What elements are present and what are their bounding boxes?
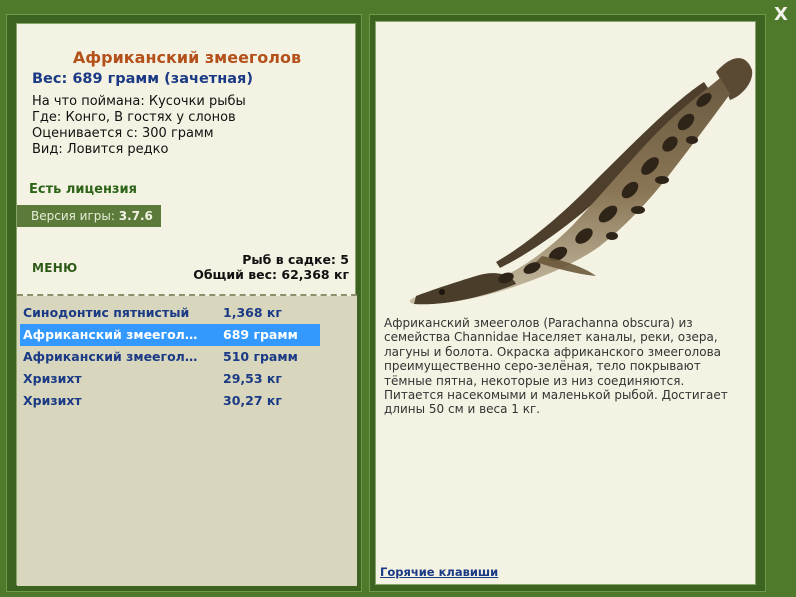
catch-weight: 510 грамм [223,349,298,364]
weight-label: Вес: [32,71,68,87]
cage-count: Рыб в садке: 5 [193,252,349,267]
close-button[interactable]: X [770,4,792,26]
cage-count-value: 5 [340,252,349,267]
info-valued-from: Оценивается с: 300 грамм [32,126,214,141]
fish-description: Африканский змееголов (Parachanna obscur… [384,316,728,417]
version-label: Версия игры: [31,209,115,223]
catch-list-item[interactable]: Хризихт 30,27 кг [20,390,320,412]
version-bar: Версия игры: 3.7.6 [17,205,161,227]
info-value: Ловится редко [66,142,169,157]
weight-category: (зачетная) [164,71,253,87]
info-value: 300 грамм [142,126,214,141]
catch-list-item[interactable]: Хризихт 29,53 кг [20,368,320,390]
hotkeys-link[interactable]: Горячие клавиши [380,565,498,579]
info-label: Вид: [32,142,63,157]
cage-count-label: Рыб в садке: [242,252,336,267]
fish-weight: Вес: 689 грамм (зачетная) [32,71,253,87]
menu-button[interactable]: МЕНЮ [32,261,77,275]
cage-total: Общий вес: 62,368 кг [193,267,349,282]
info-location: Где: Конго, В гостях у слонов [32,110,236,125]
info-label: На что поймана: [32,94,145,109]
catch-weight: 1,368 кг [223,305,282,320]
catch-name: Синодонтис пятнистый [23,305,190,320]
info-label: Оценивается с: [32,126,138,141]
fish-title: Африканский змееголов [72,48,302,67]
cage-stats: Рыб в садке: 5 Общий вес: 62,368 кг [193,252,349,282]
catch-name: Африканский змееголо... [23,327,201,342]
catch-list-item-selected[interactable]: Африканский змееголо... 689 грамм [20,324,320,346]
fish-detail-panel: Африканский змееголов (Parachanna obscur… [375,21,756,585]
fish-info-panel: Африканский змееголов Вес: 689 грамм (за… [16,23,357,586]
license-status: Есть лицензия [29,182,137,197]
version-value: 3.7.6 [118,209,153,223]
catch-weight: 689 грамм [223,327,298,342]
info-rarity: Вид: Ловится редко [32,142,168,157]
fish-image [409,58,753,305]
info-label: Где: [32,110,62,125]
catch-list-item[interactable]: Африканский змееголо... 510 грамм [20,346,320,368]
cage-total-label: Общий вес: [193,267,278,282]
catch-name: Африканский змееголо... [23,349,201,364]
catch-weight: 29,53 кг [223,371,282,386]
info-bait: На что поймана: Кусочки рыбы [32,94,246,109]
catch-name: Хризихт [23,371,82,386]
catch-list: Синодонтис пятнистый 1,368 кг Африкански… [17,296,357,586]
catch-weight: 30,27 кг [223,393,282,408]
cage-total-value: 62,368 кг [281,267,349,282]
catch-list-item[interactable]: Синодонтис пятнистый 1,368 кг [20,302,320,324]
weight-value: 689 грамм [72,71,160,87]
info-value: Конго, В гостях у слонов [65,110,236,125]
catch-name: Хризихт [23,393,82,408]
info-value: Кусочки рыбы [148,94,246,109]
